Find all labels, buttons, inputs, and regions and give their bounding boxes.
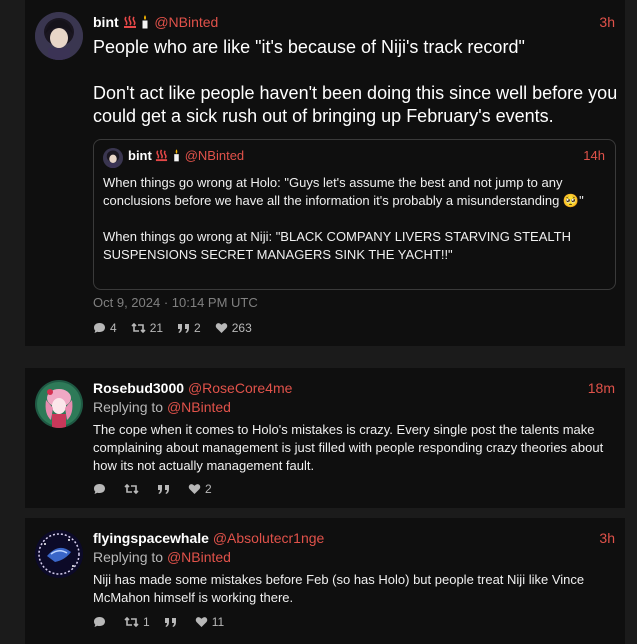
main-tweet-card: bint @NBinted 3h People who are like "it… <box>25 0 625 346</box>
comment-stat[interactable] <box>93 483 110 495</box>
tweet-header: Rosebud3000 @RoseCore4me <box>93 380 292 396</box>
avatar[interactable] <box>35 530 83 578</box>
user-handle[interactable]: @RoseCore4me <box>188 380 292 396</box>
display-name[interactable]: flyingspacewhale <box>93 530 209 546</box>
like-count: 2 <box>205 482 212 496</box>
tweet-text: The cope when it comes to Holo's mistake… <box>93 422 604 473</box>
like-stat[interactable]: 11 <box>195 615 224 629</box>
heart-icon <box>188 484 201 494</box>
hot-springs-emoji-icon <box>123 15 137 32</box>
quote-stat[interactable] <box>164 617 181 628</box>
display-name[interactable]: bint <box>93 14 119 30</box>
quote-text: When things go wrong at Holo: "Guys let'… <box>103 174 608 264</box>
quote-header: bint @NBinted <box>128 148 244 165</box>
tweet-stats: 2 <box>93 482 212 496</box>
tweet-header: bint @NBinted <box>93 14 218 32</box>
like-count: 263 <box>231 321 252 335</box>
replying-to: Replying to @NBinted <box>93 549 231 565</box>
replying-to-label: Replying to <box>93 549 164 565</box>
user-handle[interactable]: @NBinted <box>154 14 218 30</box>
candle-emoji-icon <box>140 14 150 32</box>
retweet-count: 1 <box>143 615 150 629</box>
quote-handle: @NBinted <box>184 148 245 163</box>
retweet-stat[interactable]: 1 <box>124 615 150 629</box>
candle-emoji-icon <box>172 148 181 165</box>
replying-to-handle[interactable]: @NBinted <box>167 549 231 565</box>
retweet-stat[interactable] <box>124 483 143 495</box>
tweet-stats: 1 11 <box>93 615 224 629</box>
retweet-stat[interactable]: 21 <box>131 321 163 335</box>
tweet-header: flyingspacewhale @Absolutecr1nge <box>93 530 324 546</box>
tweet-time[interactable]: 18m <box>588 380 615 396</box>
heart-icon <box>195 617 207 627</box>
quote-count: 2 <box>194 321 201 335</box>
comment-icon <box>94 484 105 494</box>
quote-stat[interactable]: 2 <box>177 321 201 335</box>
quote-time: 14h <box>583 148 605 163</box>
quote-avatar <box>103 148 123 168</box>
replying-to-label: Replying to <box>93 399 164 415</box>
tweet-time[interactable]: 3h <box>599 14 615 30</box>
tweet-date[interactable]: Oct 9, 2024 · 10:14 PM UTC <box>93 295 258 310</box>
quote-icon <box>158 484 169 494</box>
tweet-text: People who are like "it's because of Nij… <box>93 37 618 126</box>
reply-tweet-card: Rosebud3000 @RoseCore4me 18m Replying to… <box>25 368 625 508</box>
user-handle[interactable]: @Absolutecr1nge <box>213 530 325 546</box>
quote-icon <box>178 323 190 333</box>
quote-display-name: bint <box>128 148 152 163</box>
tweet-stats: 4 21 2 263 <box>93 321 252 335</box>
retweet-icon <box>131 322 146 334</box>
comment-stat[interactable]: 4 <box>93 321 117 335</box>
avatar[interactable] <box>35 12 83 60</box>
retweet-count: 21 <box>149 321 164 335</box>
hot-springs-emoji-icon <box>155 149 168 165</box>
quote-icon <box>164 617 176 627</box>
pleading-face-emoji-icon: 🥺 <box>562 193 580 208</box>
quote-text-part1: When things go wrong at Holo: "Guys let'… <box>103 175 563 208</box>
heart-icon <box>215 323 227 333</box>
comment-stat[interactable] <box>93 616 110 628</box>
replying-to-handle[interactable]: @NBinted <box>167 399 231 415</box>
tweet-text: Niji has made some mistakes before Feb (… <box>93 572 585 605</box>
replying-to: Replying to @NBinted <box>93 399 231 415</box>
display-name[interactable]: Rosebud3000 <box>93 380 184 396</box>
like-count: 11 <box>211 615 225 629</box>
avatar[interactable] <box>35 380 83 428</box>
like-stat[interactable]: 2 <box>188 482 212 496</box>
comment-icon <box>94 617 105 627</box>
retweet-icon <box>124 483 139 495</box>
tweet-time[interactable]: 3h <box>599 530 615 546</box>
comment-count: 4 <box>110 321 117 335</box>
reply-tweet-card: flyingspacewhale @Absolutecr1nge 3h Repl… <box>25 518 625 644</box>
like-stat[interactable]: 263 <box>215 321 252 335</box>
quoted-tweet[interactable]: bint @NBinted 14h When things go wrong a… <box>93 139 616 290</box>
quote-stat[interactable] <box>157 484 174 495</box>
retweet-icon <box>124 616 139 628</box>
comment-icon <box>94 323 105 333</box>
